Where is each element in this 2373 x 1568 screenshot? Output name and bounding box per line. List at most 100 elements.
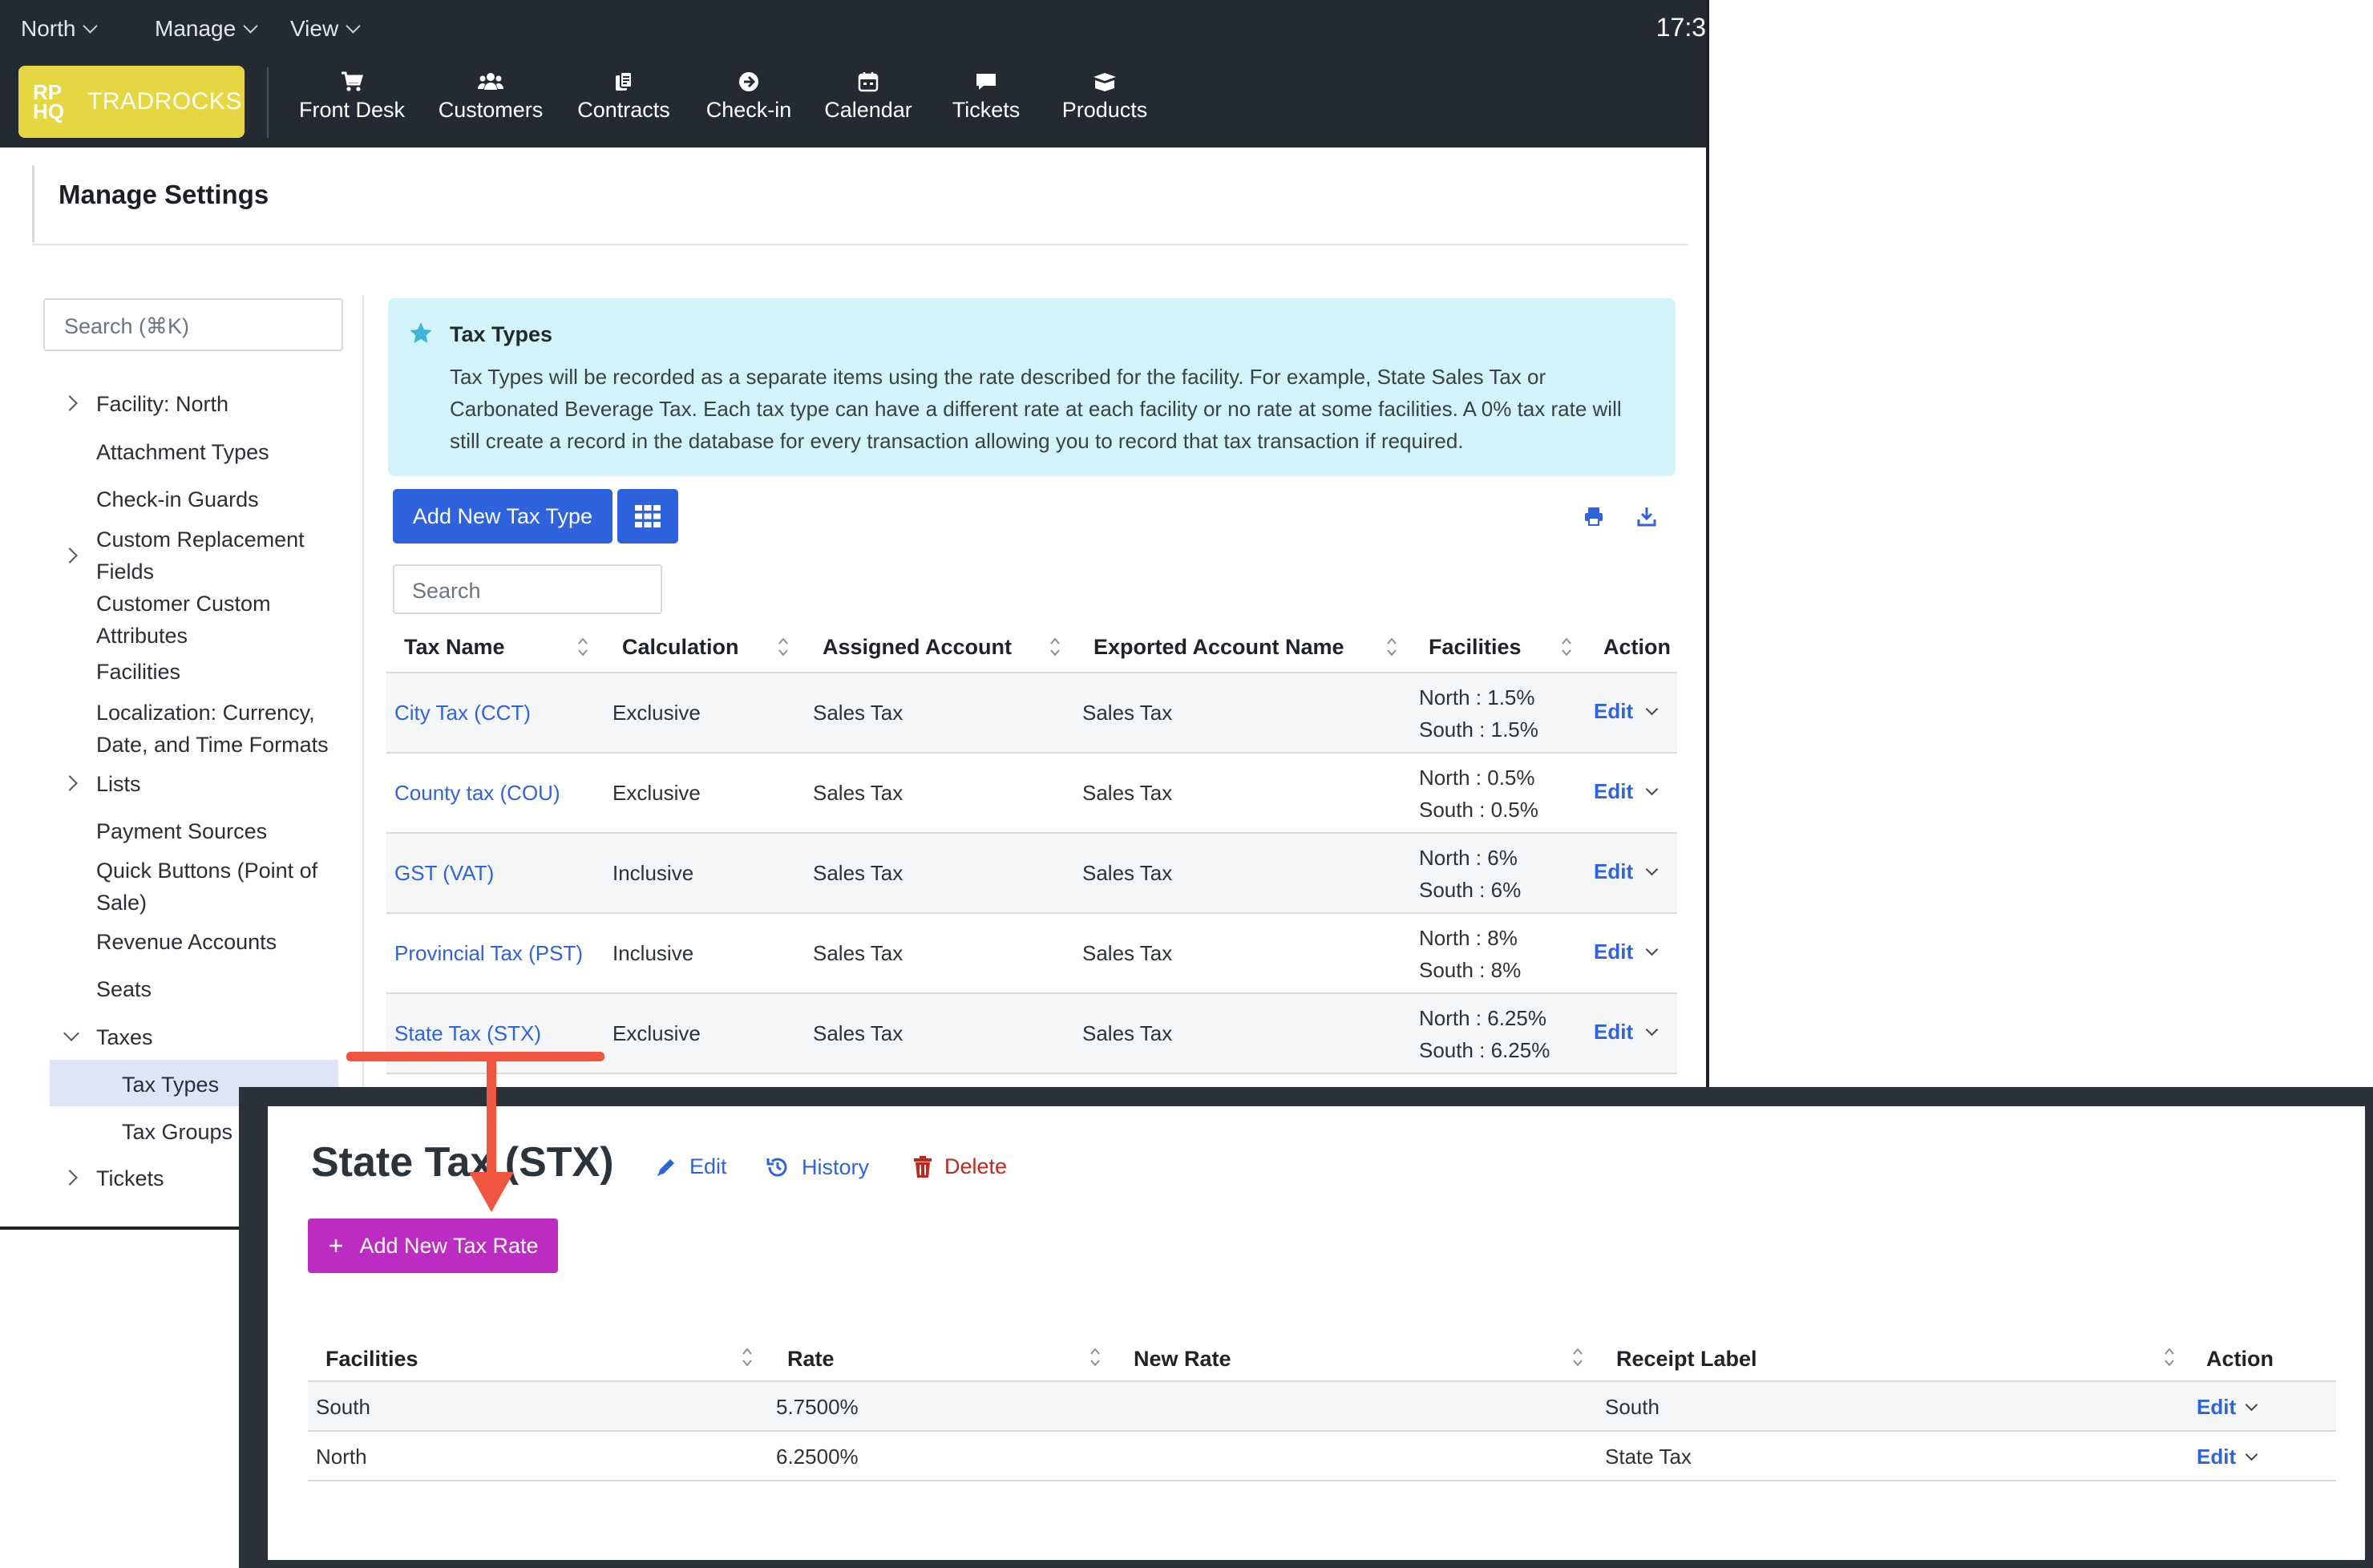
chevron-right-icon[interactable]: [62, 548, 78, 564]
detail-delete-button[interactable]: Delete: [912, 1154, 1007, 1179]
rate-row: South 5.7500% South Edit: [308, 1382, 2336, 1430]
col-receipt-label[interactable]: Receipt Label: [1616, 1347, 1757, 1372]
facilities-cell: North : 0.5% South : 0.5%: [1419, 762, 1538, 826]
sort-icon[interactable]: [777, 633, 790, 661]
facility-menu[interactable]: North: [21, 16, 99, 42]
facility-rate-north: North : 0.5%: [1419, 766, 1535, 790]
add-new-tax-rate-button[interactable]: Add New Tax Rate: [308, 1218, 558, 1273]
detail-title: State Tax (STX): [311, 1139, 614, 1186]
col-new-rate[interactable]: New Rate: [1134, 1347, 1231, 1372]
col-rate[interactable]: Rate: [787, 1347, 835, 1372]
col-facilities[interactable]: Facilities: [325, 1347, 418, 1372]
sidebar-item-tax-groups[interactable]: Tax Groups: [122, 1116, 232, 1148]
sidebar-item-taxes[interactable]: Taxes: [96, 1021, 153, 1053]
sidebar-item-tickets[interactable]: Tickets: [96, 1162, 164, 1194]
sidebar-item-localization[interactable]: Localization: Currency, Date, and Time F…: [96, 697, 345, 761]
nav-front-desk[interactable]: Front Desk: [298, 71, 406, 123]
edit-label: Edit: [2197, 1395, 2237, 1419]
sidebar-item-attachment-types[interactable]: Attachment Types: [96, 436, 269, 468]
sidebar-item-payment-sources[interactable]: Payment Sources: [96, 815, 267, 847]
sidebar-item-lists[interactable]: Lists: [96, 768, 141, 800]
edit-label: Edit: [689, 1154, 727, 1178]
sidebar-item-customer-custom-attributes[interactable]: Customer Custom Attributes: [96, 588, 329, 652]
facility-rate-south: South : 1.5%: [1419, 717, 1538, 742]
col-facilities[interactable]: Facilities: [1429, 635, 1522, 660]
settings-search-input[interactable]: Search (⌘K): [43, 298, 343, 351]
edit-dropdown-button[interactable]: Edit: [2197, 1445, 2258, 1469]
chevron-down-icon[interactable]: [63, 1025, 79, 1041]
facility-rate-south: South : 0.5%: [1419, 798, 1538, 822]
tax-name-link[interactable]: County tax (COU): [394, 781, 560, 806]
nav-contracts[interactable]: Contracts: [574, 71, 673, 123]
column-chooser-button[interactable]: [617, 489, 678, 544]
main-navbar: RP HQ TRADROCKS Front Desk Customers Con…: [0, 58, 1706, 148]
nav-products[interactable]: Products: [1055, 71, 1154, 123]
download-icon[interactable]: [1635, 505, 1658, 527]
chevron-right-icon[interactable]: [62, 395, 78, 411]
edit-dropdown-button[interactable]: Edit: [1594, 699, 1659, 724]
edit-label: Edit: [1594, 1020, 1634, 1044]
rate-cell: 6.2500%: [776, 1445, 859, 1469]
edit-dropdown-button[interactable]: Edit: [1594, 1020, 1659, 1045]
sort-icon[interactable]: [1571, 1344, 1584, 1371]
sidebar-item-tax-types[interactable]: Tax Types: [122, 1069, 219, 1101]
history-label: History: [802, 1154, 870, 1179]
detail-history-button[interactable]: History: [765, 1154, 869, 1180]
print-icon[interactable]: [1583, 505, 1605, 527]
sort-icon[interactable]: [1089, 1344, 1102, 1371]
sidebar-item-quick-buttons[interactable]: Quick Buttons (Point of Sale): [96, 855, 337, 919]
nav-label: Products: [1061, 98, 1148, 122]
sort-icon[interactable]: [741, 1344, 754, 1371]
nav-calendar[interactable]: Calendar: [821, 71, 916, 123]
sort-icon[interactable]: [576, 633, 589, 661]
sort-icon[interactable]: [1560, 633, 1573, 661]
tax-name-link[interactable]: Provincial Tax (PST): [394, 941, 583, 966]
tax-name-link[interactable]: City Tax (CCT): [394, 701, 531, 725]
nav-check-in[interactable]: Check-in: [702, 71, 795, 123]
edit-dropdown-button[interactable]: Edit: [2197, 1395, 2258, 1420]
sidebar-item-seats[interactable]: Seats: [96, 973, 152, 1005]
chevron-down-icon: [2245, 1398, 2258, 1412]
sidebar-item-custom-replacement-fields[interactable]: Custom Replacement Fields: [96, 523, 329, 588]
col-calculation[interactable]: Calculation: [622, 635, 739, 660]
add-rate-label: Add New Tax Rate: [359, 1233, 539, 1258]
edit-dropdown-button[interactable]: Edit: [1594, 940, 1659, 964]
facilities-cell: North : 8% South : 8%: [1419, 922, 1521, 986]
sidebar-item-facilities[interactable]: Facilities: [96, 656, 180, 688]
pencil-icon: [657, 1158, 674, 1176]
annotation-arrow-shaft: [487, 1057, 496, 1177]
sort-icon[interactable]: [1385, 633, 1398, 661]
manage-menu-label: Manage: [155, 16, 236, 41]
sort-icon[interactable]: [1049, 633, 1061, 661]
tax-types-info-box: Tax Types Tax Types will be recorded as …: [388, 298, 1676, 476]
nav-tickets[interactable]: Tickets: [944, 71, 1028, 123]
chevron-right-icon[interactable]: [62, 1170, 78, 1186]
view-menu[interactable]: View: [290, 16, 361, 42]
exported-account-cell: Sales Tax: [1082, 941, 1173, 965]
detail-edit-button[interactable]: Edit: [654, 1154, 727, 1179]
assigned-account-cell: Sales Tax: [813, 781, 904, 805]
sidebar-item-facility-north[interactable]: Facility: North: [96, 388, 228, 420]
add-new-tax-type-button[interactable]: Add New Tax Type: [393, 489, 612, 544]
edit-dropdown-button[interactable]: Edit: [1594, 779, 1659, 804]
sidebar-item-check-in-guards[interactable]: Check-in Guards: [96, 483, 259, 515]
tax-name-link[interactable]: GST (VAT): [394, 861, 494, 886]
calculation-cell: Exclusive: [612, 1021, 701, 1045]
nav-label: Front Desk: [298, 98, 406, 122]
edit-label: Edit: [1594, 699, 1634, 723]
facility-rate-south: South : 6%: [1419, 878, 1522, 902]
sort-icon[interactable]: [2163, 1344, 2176, 1371]
app-logo[interactable]: RP HQ TRADROCKS: [18, 66, 245, 138]
table-search-input[interactable]: Search: [393, 564, 662, 614]
sidebar-item-revenue-accounts[interactable]: Revenue Accounts: [96, 926, 277, 958]
chevron-right-icon[interactable]: [62, 775, 78, 791]
col-assigned-account[interactable]: Assigned Account: [823, 635, 1012, 660]
table-row: State Tax (STX) Exclusive Sales Tax Sale…: [386, 994, 1677, 1074]
col-exported-account-name[interactable]: Exported Account Name: [1094, 635, 1344, 660]
nav-customers[interactable]: Customers: [436, 71, 545, 123]
col-tax-name[interactable]: Tax Name: [404, 635, 505, 660]
manage-menu[interactable]: Manage: [155, 16, 258, 42]
assigned-account-cell: Sales Tax: [813, 1021, 904, 1045]
tax-name-link[interactable]: State Tax (STX): [394, 1021, 541, 1046]
edit-dropdown-button[interactable]: Edit: [1594, 859, 1659, 884]
